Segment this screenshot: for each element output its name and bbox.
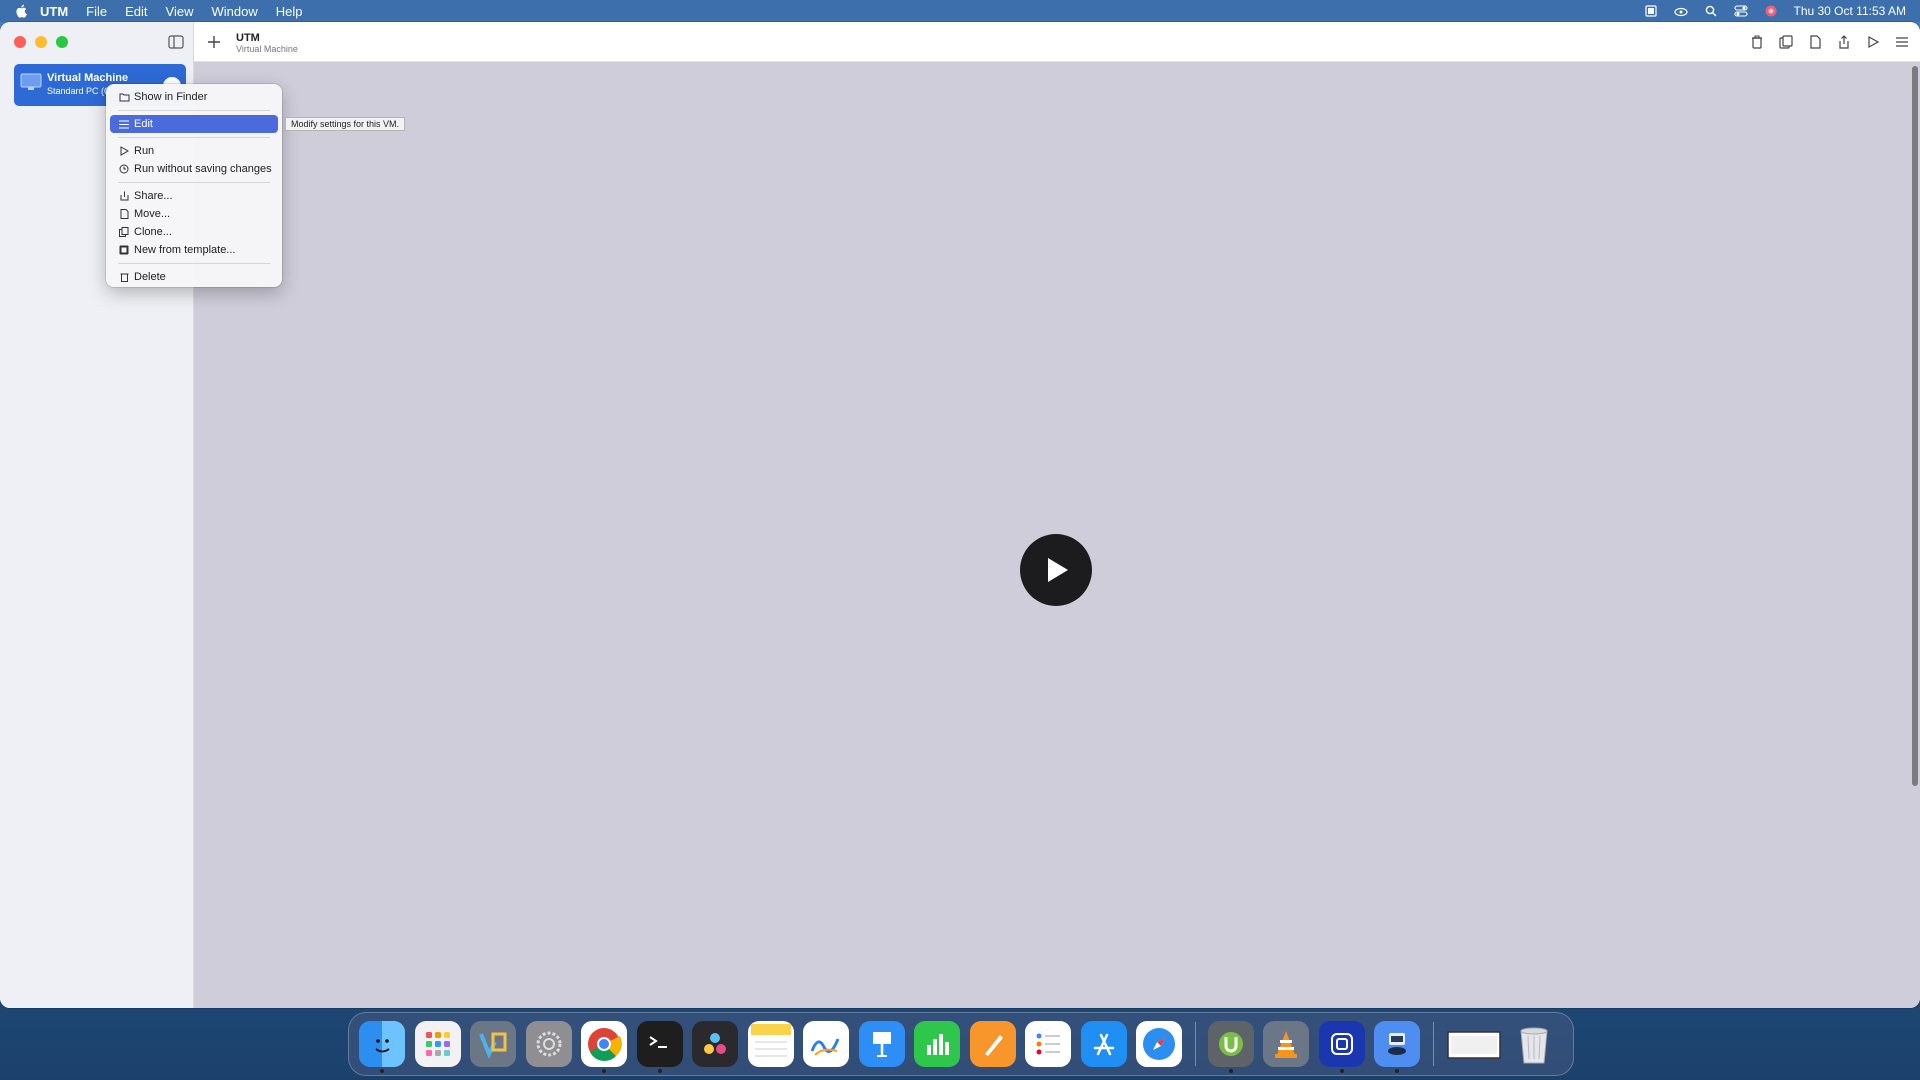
minimize-window-button[interactable] (35, 36, 47, 48)
chrome-icon[interactable] (581, 1021, 627, 1073)
vm-context-menu: Show in Finder Edit Run Run without savi… (106, 84, 282, 287)
start-vm-button[interactable] (1020, 534, 1092, 606)
running-indicator (380, 1069, 384, 1073)
menu-item-edit[interactable]: Edit (110, 115, 278, 133)
trash-icon (118, 271, 130, 283)
dock (348, 1012, 1574, 1076)
siri-icon[interactable] (1763, 4, 1779, 18)
menu-item-label: Run (134, 145, 155, 157)
play-icon[interactable] (1865, 34, 1881, 50)
running-indicator (1228, 1069, 1233, 1073)
keynote-icon[interactable] (858, 1021, 905, 1067)
dock-separator (1194, 1022, 1196, 1066)
menu-item-label: Edit (134, 118, 153, 130)
menu-separator (118, 263, 270, 264)
copy-icon (118, 226, 130, 238)
trash-icon[interactable] (1749, 34, 1765, 50)
trash-icon[interactable] (1511, 1021, 1557, 1067)
menu-item-move[interactable]: Move... (110, 205, 278, 223)
clone-icon[interactable] (1778, 34, 1794, 50)
menu-separator (118, 182, 270, 183)
utm-icon[interactable] (1374, 1021, 1420, 1073)
menu-item-label: Run without saving changes (134, 163, 272, 175)
menu-file[interactable]: File (86, 4, 107, 19)
freeform-icon[interactable] (803, 1021, 849, 1067)
folder-icon (118, 91, 130, 103)
menu-item-share[interactable]: Share... (110, 187, 278, 205)
menu-item-label: Share... (134, 190, 173, 202)
toolbar: UTM Virtual Machine (194, 22, 1920, 62)
menu-separator (118, 110, 270, 111)
system-settings-icon[interactable] (525, 1021, 572, 1067)
running-indicator (657, 1069, 662, 1073)
menu-edit[interactable]: Edit (125, 4, 147, 19)
menu-item-label: Clone... (134, 226, 172, 238)
menu-item-show-in-finder[interactable]: Show in Finder (110, 88, 278, 106)
numbers-icon[interactable] (914, 1021, 960, 1067)
menu-app-name[interactable]: UTM (40, 4, 68, 19)
vlc-icon[interactable] (1263, 1021, 1309, 1067)
document-icon[interactable] (1807, 34, 1823, 50)
menu-item-label: Delete (134, 271, 166, 283)
dock-separator (1432, 1022, 1434, 1066)
menu-help[interactable]: Help (276, 4, 303, 19)
add-vm-button[interactable] (206, 34, 222, 50)
launchpad-icon[interactable] (414, 1021, 461, 1067)
display-icon[interactable] (1643, 4, 1659, 18)
window-subtitle: Virtual Machine (236, 44, 298, 54)
menu-item-run-without-saving[interactable]: Run without saving changes (110, 160, 278, 178)
traffic-lights (14, 36, 68, 48)
maximize-window-button[interactable] (56, 36, 68, 48)
share-icon (118, 190, 130, 202)
document-icon (118, 208, 130, 220)
davinci-resolve-icon[interactable] (692, 1021, 738, 1067)
share-icon[interactable] (1836, 34, 1852, 50)
menu-view[interactable]: View (166, 4, 194, 19)
menu-item-label: Show in Finder (134, 91, 208, 103)
settings-list-icon[interactable] (1894, 34, 1910, 50)
running-indicator (1395, 1069, 1399, 1073)
finder-icon[interactable] (359, 1021, 405, 1073)
safari-icon[interactable] (1136, 1021, 1182, 1067)
menubar-clock[interactable]: Thu 30 Oct 11:53 AM (1793, 4, 1906, 18)
menu-bar: UTM File Edit View Window Help Thu 30 Oc… (0, 0, 1920, 22)
menu-item-delete[interactable]: Delete (110, 268, 278, 286)
menu-item-label: Move... (134, 208, 171, 220)
reminders-icon[interactable] (1025, 1021, 1071, 1067)
privacy-vpn-icon[interactable] (1318, 1021, 1365, 1073)
terminal-icon[interactable] (636, 1021, 683, 1073)
cloud-sync-icon[interactable] (1673, 4, 1689, 18)
utm-window: Virtual Machine Standard PC (Q35 + ICH9,… (0, 22, 1920, 1008)
list-icon (118, 118, 130, 130)
app-store-icon[interactable] (1080, 1021, 1127, 1067)
apple-icon[interactable] (14, 4, 28, 18)
template-icon (118, 244, 130, 256)
vm-display-area (194, 62, 1920, 1008)
control-center-icon[interactable] (1733, 4, 1749, 18)
notes-icon[interactable] (747, 1021, 794, 1067)
menu-separator (118, 137, 270, 138)
menu-item-run[interactable]: Run (110, 142, 278, 160)
window-title: UTM (236, 32, 260, 44)
minimized-window-icon[interactable] (1446, 1021, 1502, 1067)
sidebar-toggle-icon[interactable] (168, 35, 184, 49)
utorrent-icon[interactable] (1207, 1021, 1254, 1073)
menu-item-new-from-template[interactable]: New from template... (110, 241, 278, 259)
scrollbar[interactable] (1912, 66, 1918, 786)
menu-item-label: New from template... (134, 244, 236, 256)
running-indicator (1339, 1069, 1344, 1073)
clock-icon (118, 163, 130, 175)
vmware-icon[interactable] (470, 1021, 516, 1067)
vm-name: Virtual Machine (47, 72, 129, 84)
monitor-icon (20, 72, 42, 92)
close-window-button[interactable] (14, 36, 26, 48)
menu-item-clone[interactable]: Clone... (110, 223, 278, 241)
edit-tooltip: Modify settings for this VM. (285, 117, 406, 131)
play-icon (118, 145, 130, 157)
search-icon[interactable] (1703, 4, 1719, 18)
pages-icon[interactable] (969, 1021, 1016, 1067)
menu-window[interactable]: Window (211, 4, 257, 19)
play-icon (1048, 558, 1068, 582)
running-indicator (602, 1069, 606, 1073)
